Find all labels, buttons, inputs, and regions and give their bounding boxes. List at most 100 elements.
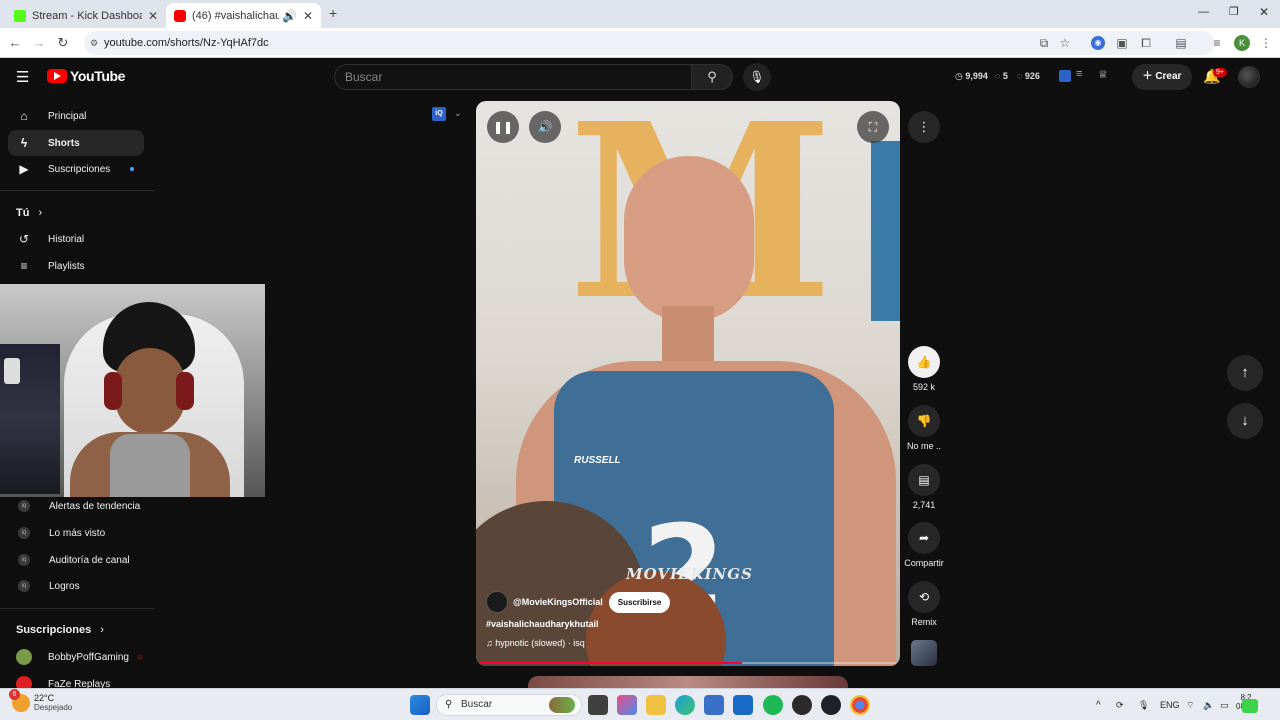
remix-action[interactable]: ⟲ Remix xyxy=(906,581,942,627)
headphone-left xyxy=(104,372,122,410)
sound-thumbnail[interactable] xyxy=(911,640,937,666)
sidebar-item-alertas[interactable]: iq Alertas de tendencia xyxy=(18,500,140,512)
youtube-logo[interactable]: YouTube xyxy=(47,68,125,84)
reload-icon[interactable]: ↻ xyxy=(54,34,72,52)
close-window-icon[interactable]: ✕ xyxy=(1259,5,1269,19)
next-short-button[interactable]: ↓ xyxy=(1227,403,1263,439)
short-title[interactable]: #vaishalichaudharykhutail xyxy=(486,619,599,629)
sidebar-item-logros[interactable]: iq Logros xyxy=(18,580,80,592)
sidebar-you-heading[interactable]: Tú › xyxy=(16,207,42,219)
search-input[interactable]: Buscar xyxy=(334,64,692,90)
fullscreen-button[interactable]: ⛶ xyxy=(857,111,889,143)
wifi-icon[interactable]: ⌔ xyxy=(1186,700,1194,711)
split-view-icon[interactable]: ▤ xyxy=(1174,36,1188,50)
channel-avatar[interactable] xyxy=(486,591,508,613)
create-button[interactable]: ＋ Crear xyxy=(1132,64,1192,90)
remix-button[interactable]: ⟲ xyxy=(908,581,940,613)
new-content-dot xyxy=(130,167,134,171)
sidebar-item-principal[interactable]: ⌂ Principal xyxy=(8,103,144,129)
language-indicator[interactable]: ENG xyxy=(1160,700,1180,710)
notification-indicator[interactable] xyxy=(1242,699,1258,713)
close-tab-icon[interactable]: ✕ xyxy=(148,9,158,23)
share-action[interactable]: ➦ Compartir xyxy=(904,522,944,568)
file-explorer-icon[interactable] xyxy=(646,695,666,715)
store-icon[interactable] xyxy=(704,695,724,715)
like-button[interactable]: 👍 xyxy=(908,346,940,378)
views-value: 9,994 xyxy=(965,71,988,81)
progress-bar[interactable] xyxy=(480,662,896,664)
sidebar-item-suscripciones[interactable]: ▶ Suscripciones xyxy=(8,156,144,182)
vidiq-overlay-badge[interactable]: iQ xyxy=(432,107,446,121)
tab-youtube-short[interactable]: (46) #vaishalichaudharykhu 🔊 ✕ xyxy=(166,3,321,28)
sidebar-subscriptions-heading[interactable]: Suscripciones › xyxy=(16,624,104,636)
tray-app-icon[interactable]: ⟳ xyxy=(1116,700,1124,711)
subscription-bobbypoffgaming[interactable]: BobbyPoffGaming xyxy=(16,649,143,665)
subscribe-button[interactable]: Suscribirse xyxy=(608,591,671,613)
task-view-icon[interactable] xyxy=(588,695,608,715)
sidebar-item-playlists[interactable]: ≡ Playlists xyxy=(8,253,144,279)
extension-puzzle-icon[interactable]: ▣ xyxy=(1115,36,1129,50)
comments-button[interactable]: ▤ xyxy=(908,464,940,496)
obs-icon[interactable] xyxy=(821,695,841,715)
search-highlight-icon xyxy=(549,697,575,713)
dislike-button[interactable]: 👎 xyxy=(908,405,940,437)
chevron-right-icon: › xyxy=(100,624,104,636)
edge-icon[interactable] xyxy=(675,695,695,715)
app-icon[interactable] xyxy=(792,695,812,715)
weather-widget[interactable]: 6 22°C Despejado xyxy=(9,688,72,712)
previous-short-button[interactable]: ↑ xyxy=(1227,355,1263,391)
shorts-video-player[interactable]: M RUSSELL 2 MOVIEKINGS ❚❚ 🔊 ⛶ @MovieKing… xyxy=(476,101,900,666)
back-icon[interactable]: ← xyxy=(6,34,24,52)
speaker-icon[interactable]: 🔊 xyxy=(282,9,297,23)
sidebar-item-historial[interactable]: ↺ Historial xyxy=(8,226,144,252)
channel-name[interactable]: @MovieKingsOfficial xyxy=(513,597,603,607)
vidiq-list-icon[interactable]: ≡ xyxy=(1076,68,1082,80)
chrome-icon[interactable] xyxy=(850,695,870,715)
like-action[interactable]: 👍 592 k xyxy=(906,346,942,392)
more-options-button[interactable]: ⋮ xyxy=(908,111,940,143)
next-short-preview[interactable] xyxy=(528,676,848,688)
hamburger-menu-icon[interactable]: ☰ xyxy=(16,68,29,86)
windows-start-icon[interactable] xyxy=(410,695,430,715)
outlook-icon[interactable] xyxy=(733,695,753,715)
chevron-down-icon[interactable]: ⌄ xyxy=(454,108,462,119)
account-avatar[interactable] xyxy=(1238,66,1260,88)
vidiq-icon[interactable] xyxy=(1059,70,1071,82)
pause-button[interactable]: ❚❚ xyxy=(487,111,519,143)
restore-icon[interactable]: ❐ xyxy=(1229,5,1239,18)
notification-count-badge: 9+ xyxy=(1213,68,1227,77)
video-watermark: MOVIEKINGS xyxy=(626,565,753,583)
extension-icon[interactable]: ◉ xyxy=(1091,36,1105,50)
sidebar-item-auditoria[interactable]: iq Auditoría de canal xyxy=(18,554,130,566)
spotify-icon[interactable] xyxy=(763,695,783,715)
sidebar-item-shorts[interactable]: ϟ Shorts xyxy=(8,130,144,156)
comments-action[interactable]: ▤ 2,741 xyxy=(906,464,942,510)
copilot-icon[interactable] xyxy=(617,695,637,715)
media-controls-icon[interactable]: ≡ xyxy=(1210,36,1224,50)
site-info-icon[interactable]: ⚙ xyxy=(90,31,98,55)
share-button[interactable]: ➦ xyxy=(908,522,940,554)
voice-search-button[interactable]: 🎙 xyxy=(743,63,771,91)
volume-button[interactable]: 🔊 xyxy=(529,111,561,143)
tray-overflow-icon[interactable]: ^ xyxy=(1096,700,1101,711)
minimize-icon[interactable]: — xyxy=(1198,6,1209,18)
volume-tray-icon[interactable]: 🔈 xyxy=(1203,700,1214,711)
close-tab-icon[interactable]: ✕ xyxy=(303,9,313,23)
sidebar-item-lo-mas-visto[interactable]: iq Lo más visto xyxy=(18,527,105,539)
short-sound[interactable]: ♫ hypnotic (slowed) · isq xyxy=(486,638,585,648)
new-tab-button[interactable]: + xyxy=(329,5,337,21)
taskbar-search[interactable]: ⚲ Buscar xyxy=(436,694,582,716)
tab-kick-dashboard[interactable]: Stream - Kick Dashboard ✕ xyxy=(6,3,166,28)
install-app-icon[interactable]: ⧉ xyxy=(1037,36,1051,50)
forward-icon[interactable]: → xyxy=(30,34,48,52)
browser-menu-icon[interactable]: ⋮ xyxy=(1259,36,1273,50)
dislike-action[interactable]: 👎 No me .. xyxy=(906,405,942,451)
battery-icon[interactable]: ▭ xyxy=(1220,700,1229,711)
profile-avatar[interactable]: K xyxy=(1234,35,1250,51)
bookmark-star-icon[interactable]: ☆ xyxy=(1058,36,1072,50)
sidebar-divider xyxy=(0,608,154,609)
trophy-icon[interactable]: ♕ xyxy=(1098,68,1108,81)
extensions-icon[interactable]: ⧠ xyxy=(1139,36,1153,50)
mic-tray-icon[interactable]: 🎙 xyxy=(1138,700,1149,711)
search-button[interactable]: ⚲ xyxy=(691,64,733,90)
